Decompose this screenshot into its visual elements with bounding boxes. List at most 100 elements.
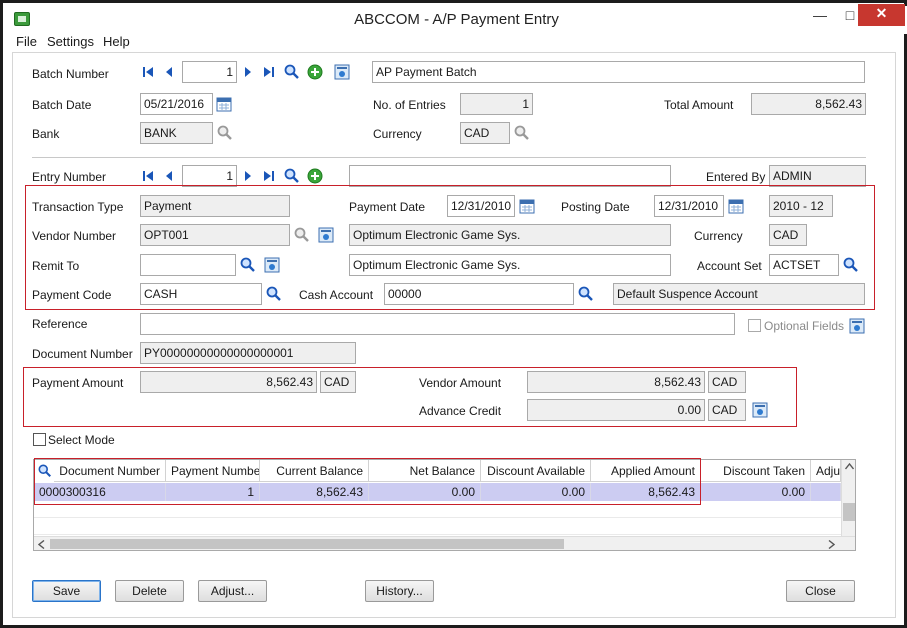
grid-highlight-box xyxy=(34,458,701,505)
next-batch-icon[interactable] xyxy=(242,66,254,78)
posting-calendar-icon[interactable] xyxy=(728,198,744,214)
new-batch-icon[interactable] xyxy=(307,64,323,80)
save-button[interactable]: Save xyxy=(32,580,101,602)
document-number-label: Document Number xyxy=(32,347,133,361)
close-button[interactable]: Close xyxy=(786,580,855,602)
payment-amount-label: Payment Amount xyxy=(32,376,124,390)
posting-date-field[interactable]: 12/31/2010 xyxy=(654,195,724,217)
delete-button[interactable]: Delete xyxy=(115,580,184,602)
transaction-type-label: Transaction Type xyxy=(32,200,124,214)
menu-bar: File Settings Help xyxy=(3,31,904,51)
entries-label: No. of Entries xyxy=(373,98,446,112)
adjust-button[interactable]: Adjust... xyxy=(198,580,267,602)
currency-finder-icon[interactable] xyxy=(514,125,530,141)
vertical-scroll-thumb[interactable] xyxy=(843,503,855,521)
remit-to-label: Remit To xyxy=(32,259,80,273)
reference-label: Reference xyxy=(32,317,88,331)
cash-account-finder-icon[interactable] xyxy=(578,286,594,302)
vendor-number-label: Vendor Number xyxy=(32,229,117,243)
entry-finder-icon[interactable] xyxy=(284,168,300,184)
batch-finder-icon[interactable] xyxy=(284,64,300,80)
transaction-type-field[interactable]: Payment xyxy=(140,195,290,217)
account-set-finder-icon[interactable] xyxy=(843,257,859,273)
remit-name-field[interactable]: Optimum Electronic Game Sys. xyxy=(349,254,671,276)
cash-account-label: Cash Account xyxy=(299,288,374,302)
reference-field[interactable] xyxy=(140,313,735,335)
last-entry-icon[interactable] xyxy=(263,170,275,182)
vendor-amount-currency: CAD xyxy=(708,371,746,393)
batch-date-label: Batch Date xyxy=(32,98,92,112)
menu-file[interactable]: File xyxy=(16,34,37,49)
vendor-currency-label: Currency xyxy=(694,229,743,243)
scroll-up-icon[interactable] xyxy=(845,463,854,470)
optional-fields-info-icon[interactable] xyxy=(849,318,865,334)
section-divider xyxy=(32,157,866,158)
remit-finder-icon[interactable] xyxy=(240,257,256,273)
first-batch-icon[interactable] xyxy=(142,66,154,78)
previous-batch-icon[interactable] xyxy=(163,66,175,78)
grid-vertical-scrollbar[interactable] xyxy=(841,460,855,536)
title-bar: ABCCOM - A/P Payment Entry — □ ✕ xyxy=(6,4,907,34)
first-entry-icon[interactable] xyxy=(142,170,154,182)
vendor-name-field: Optimum Electronic Game Sys. xyxy=(349,224,671,246)
advance-credit-currency: CAD xyxy=(708,399,746,421)
advance-credit-info-icon[interactable] xyxy=(752,402,768,418)
minimize-button[interactable]: — xyxy=(806,6,834,26)
entries-field: 1 xyxy=(460,93,533,115)
col-adjustment[interactable]: Adju xyxy=(811,460,841,482)
currency-field: CAD xyxy=(460,122,510,144)
remit-info-icon[interactable] xyxy=(264,257,280,273)
batch-date-field[interactable]: 05/21/2016 xyxy=(140,93,213,115)
payment-currency-field: CAD xyxy=(320,371,356,393)
entry-number-label: Entry Number xyxy=(32,170,107,184)
new-entry-icon[interactable] xyxy=(307,168,323,184)
cash-account-field[interactable]: 00000 xyxy=(384,283,574,305)
entry-number-field[interactable]: 1 xyxy=(182,165,237,187)
payment-date-label: Payment Date xyxy=(349,200,426,214)
total-amount-field: 8,562.43 xyxy=(751,93,866,115)
entry-description-field[interactable] xyxy=(349,165,671,187)
vendor-number-field: OPT001 xyxy=(140,224,290,246)
document-number-field: PY00000000000000000001 xyxy=(140,342,356,364)
history-button[interactable]: History... xyxy=(365,580,434,602)
batch-number-label: Batch Number xyxy=(32,67,109,81)
col-discount-taken[interactable]: Discount Taken xyxy=(701,460,811,482)
fiscal-period-field: 2010 - 12 xyxy=(769,195,833,217)
select-mode-checkbox[interactable] xyxy=(33,433,46,446)
payment-date-field[interactable]: 12/31/2010 xyxy=(447,195,515,217)
entered-by-label: Entered By xyxy=(706,170,766,184)
advance-credit-field: 0.00 xyxy=(527,399,705,421)
cell-discount-taken: 0.00 xyxy=(701,483,811,501)
select-mode-label: Select Mode xyxy=(48,433,115,447)
total-amount-label: Total Amount xyxy=(664,98,734,112)
calendar-icon[interactable] xyxy=(216,96,232,112)
bank-finder-icon[interactable] xyxy=(217,125,233,141)
batch-description-field[interactable]: AP Payment Batch xyxy=(372,61,865,83)
entered-by-field: ADMIN xyxy=(769,165,866,187)
last-batch-icon[interactable] xyxy=(263,66,275,78)
vendor-info-icon[interactable] xyxy=(318,227,334,243)
scroll-left-icon[interactable] xyxy=(38,540,45,549)
account-set-field[interactable]: ACTSET xyxy=(769,254,839,276)
menu-settings[interactable]: Settings xyxy=(47,34,94,49)
previous-entry-icon[interactable] xyxy=(163,170,175,182)
close-window-button[interactable]: ✕ xyxy=(858,4,905,26)
remit-to-field[interactable] xyxy=(140,254,236,276)
vendor-amount-field: 8,562.43 xyxy=(527,371,705,393)
window-title: ABCCOM - A/P Payment Entry xyxy=(354,11,559,28)
payment-code-label: Payment Code xyxy=(32,288,112,302)
menu-help[interactable]: Help xyxy=(103,34,130,49)
grid-horizontal-scrollbar[interactable] xyxy=(34,536,855,550)
batch-number-field[interactable]: 1 xyxy=(182,61,237,83)
payment-calendar-icon[interactable] xyxy=(519,198,535,214)
optional-fields-checkbox[interactable] xyxy=(748,319,761,332)
vendor-finder-icon[interactable] xyxy=(294,227,310,243)
payment-code-field[interactable]: CASH xyxy=(140,283,262,305)
horizontal-scroll-thumb[interactable] xyxy=(50,539,564,549)
payment-code-finder-icon[interactable] xyxy=(266,286,282,302)
vendor-amount-label: Vendor Amount xyxy=(419,376,502,390)
batch-info-icon[interactable] xyxy=(334,64,350,80)
next-entry-icon[interactable] xyxy=(242,170,254,182)
scroll-right-icon[interactable] xyxy=(828,540,835,549)
cell-adjustment xyxy=(811,483,841,501)
